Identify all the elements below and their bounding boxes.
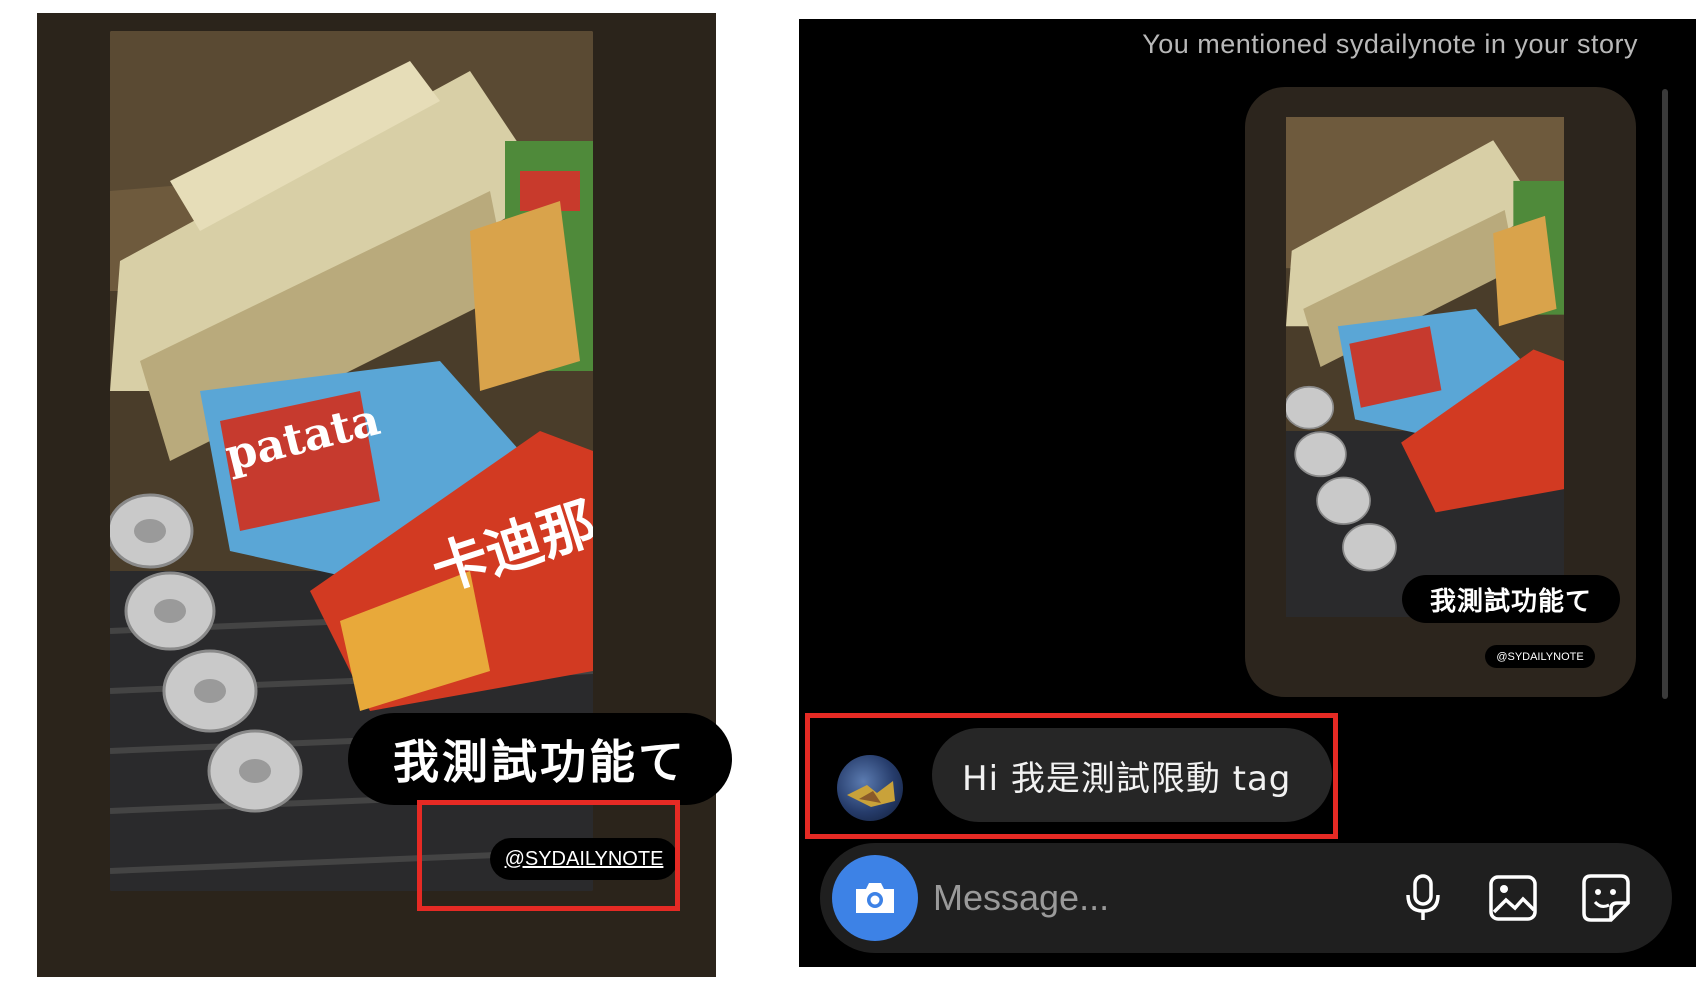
message-composer	[820, 843, 1672, 953]
camera-icon	[856, 883, 894, 913]
shared-story-card[interactable]: 我測試功能て @SYDAILYNOTE	[1245, 87, 1636, 697]
screenshot-comparison: patata 卡迪那 我測試功能て @SYDAILYNOTE You menti…	[0, 0, 1708, 998]
gallery-icon	[1489, 875, 1537, 921]
microphone-button[interactable]	[1395, 870, 1451, 926]
mention-notice: You mentioned sydailynote in your story	[1142, 29, 1638, 59]
message-input[interactable]	[933, 843, 1393, 953]
sticker-icon	[1582, 874, 1630, 922]
shared-story-mention: @SYDAILYNOTE	[1485, 645, 1595, 668]
shared-story-caption: 我測試功能て	[1402, 575, 1620, 623]
sticker-button[interactable]	[1578, 870, 1634, 926]
gallery-button[interactable]	[1485, 870, 1541, 926]
snacks-photo-thumbnail-image	[1286, 117, 1564, 617]
camera-button[interactable]	[832, 855, 918, 941]
highlight-box-mention	[417, 800, 680, 911]
highlight-box-message	[805, 713, 1338, 839]
microphone-icon	[1406, 874, 1440, 920]
shared-story-photo	[1286, 117, 1564, 617]
scrollbar[interactable]	[1662, 89, 1668, 699]
story-caption-sticker: 我測試功能て	[348, 713, 732, 805]
